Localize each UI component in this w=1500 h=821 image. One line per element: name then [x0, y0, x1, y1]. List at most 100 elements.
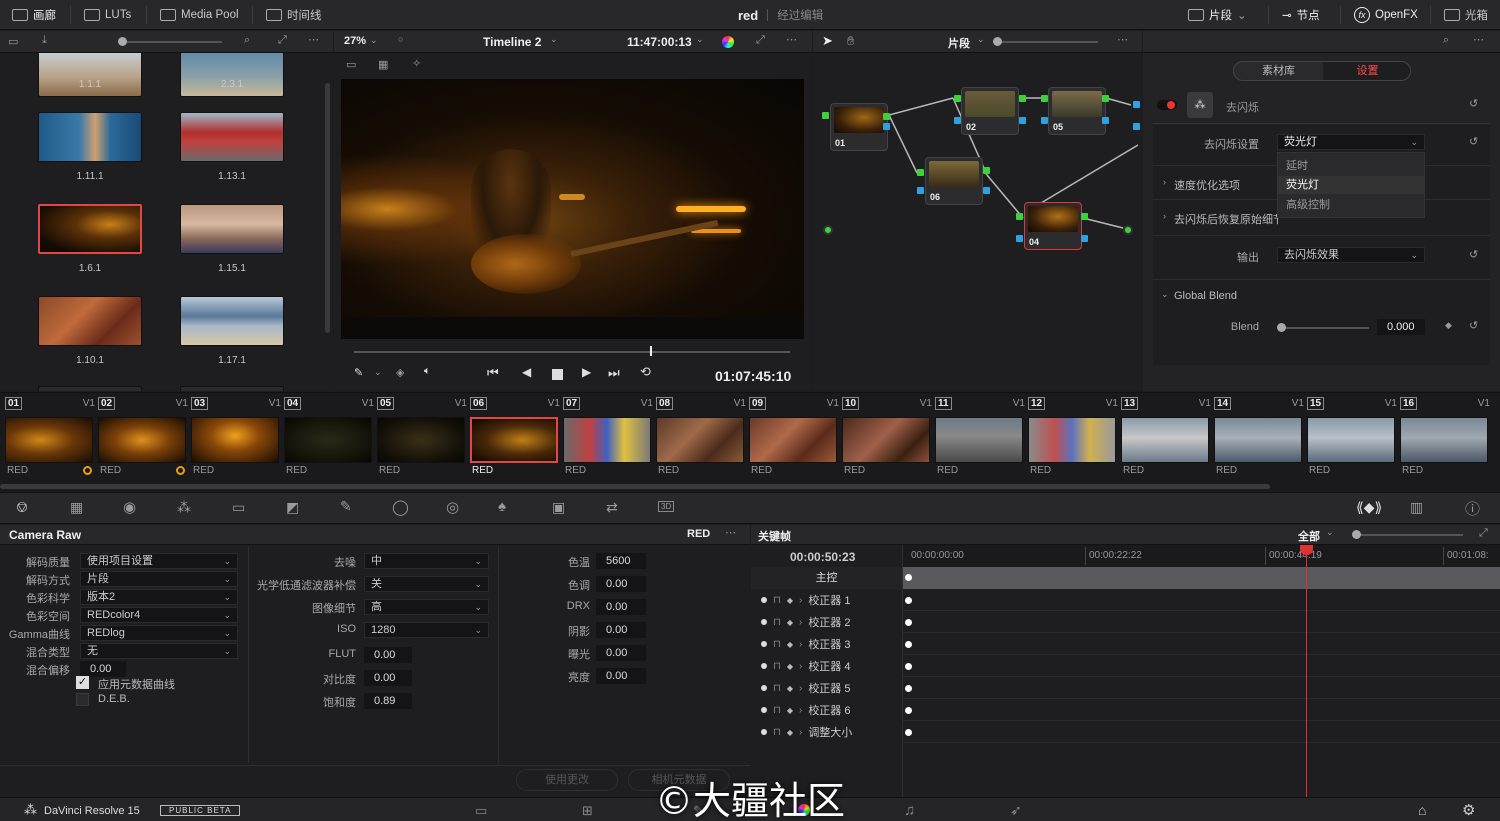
tab-settings[interactable]: 设置 — [1323, 62, 1410, 80]
restore-detail-section[interactable]: 去闪烁后恢复原始细节 — [1174, 211, 1278, 227]
node-key-input[interactable] — [1041, 117, 1048, 124]
dropdown-option-fluorescent[interactable]: 荧光灯 — [1278, 176, 1424, 194]
reset-icon[interactable]: ↺ — [1469, 248, 1478, 261]
home-icon[interactable]: ⌂ — [1418, 802, 1426, 818]
lock-icon[interactable]: ⊓ — [773, 639, 781, 650]
decode-setting-select[interactable]: 无 ⌄ — [80, 643, 238, 659]
timeline-tab[interactable]: 时间线 — [266, 0, 322, 30]
color-setting-field[interactable]: 5600 — [596, 553, 646, 569]
still-thumbnail[interactable] — [38, 112, 142, 162]
curves-icon[interactable]: ◩ — [286, 499, 299, 516]
still-thumbnail[interactable] — [38, 386, 142, 391]
node-key-output[interactable] — [1019, 117, 1026, 124]
keyframe-marker[interactable] — [905, 619, 912, 626]
track-enabled-dot[interactable] — [761, 597, 767, 603]
clip-thumbnail[interactable]: 01 V1 RED — [5, 395, 97, 485]
scopes-icon[interactable]: ▥ — [1410, 499, 1423, 516]
global-blend-section[interactable]: Global Blend — [1174, 290, 1237, 302]
play-reverse-icon[interactable]: ◀ — [522, 365, 531, 379]
timeline-name[interactable]: Timeline 2 — [483, 35, 541, 49]
more-options-icon[interactable]: ⋯ — [1117, 33, 1128, 46]
clip-thumbnail[interactable]: 16 V1 RED — [1400, 395, 1492, 485]
sizing-icon[interactable]: ⇄ — [606, 499, 618, 516]
lock-icon[interactable]: ⊓ — [773, 683, 781, 694]
apply-metadata-checkbox[interactable]: ✓ — [76, 676, 89, 689]
raw-setting-field[interactable]: 0.00 — [364, 670, 412, 686]
raw-setting-select[interactable]: 1280 ⌄ — [364, 622, 489, 638]
qualifier-icon[interactable]: ✎ — [340, 498, 352, 515]
clip-thumbnail[interactable]: 06 V1 RED — [470, 395, 562, 485]
openfx-toggle[interactable]: fx OpenFX — [1354, 0, 1418, 30]
keyframe-ruler[interactable]: 00:00:00:00 00:00:22:22 00:00:44:19 00:0… — [903, 545, 1500, 567]
still-thumbnail[interactable] — [180, 296, 284, 346]
clip-thumbnail[interactable]: 02 V1 RED — [98, 395, 190, 485]
color-match-icon[interactable]: ▦ — [70, 499, 83, 516]
blur-icon[interactable]: ♠ — [498, 498, 506, 515]
node-04-selected[interactable]: 04 — [1024, 202, 1082, 250]
hand-icon[interactable]: ✋︎ — [847, 33, 854, 49]
scrubber-playhead[interactable] — [650, 346, 652, 356]
color-setting-field[interactable]: 0.00 — [596, 668, 646, 684]
stop-icon[interactable] — [552, 369, 563, 380]
pointer-icon[interactable]: ➤ — [822, 33, 833, 49]
node-key-output[interactable] — [983, 187, 990, 194]
clip-thumbnail[interactable]: 11 V1 RED — [935, 395, 1027, 485]
node-02[interactable]: 02 — [961, 87, 1019, 135]
node-05[interactable]: 05 — [1048, 87, 1106, 135]
keyframe-diamond-icon[interactable]: ◆ — [1445, 320, 1452, 331]
clip-thumbnail[interactable]: 04 V1 RED — [284, 395, 376, 485]
lightbox-toggle[interactable]: 光箱 — [1444, 0, 1488, 30]
zoom-level[interactable]: 27% — [344, 35, 366, 47]
node-key-input[interactable] — [954, 117, 961, 124]
raw-setting-select[interactable]: 中 ⌄ — [364, 553, 489, 569]
keyframe-marker[interactable] — [905, 663, 912, 670]
lock-icon[interactable]: ⊓ — [773, 595, 781, 606]
deb-checkbox[interactable] — [76, 693, 89, 706]
scrubber-track[interactable] — [354, 351, 790, 353]
keyframe-track-row[interactable]: ⊓ ◆ › 校正器 4 — [751, 655, 902, 677]
more-options-icon[interactable]: ⋯ — [308, 33, 319, 46]
raw-setting-select[interactable]: 高 ⌄ — [364, 599, 489, 615]
3d-icon[interactable]: 3D — [658, 501, 675, 512]
reset-icon[interactable]: ↺ — [1469, 97, 1478, 110]
clip-thumbnail[interactable]: 15 V1 RED — [1307, 395, 1399, 485]
lock-icon[interactable]: ⊓ — [773, 661, 781, 672]
deflicker-settings-select[interactable]: 荧光灯 ⌄ — [1277, 134, 1425, 150]
clips-toggle[interactable]: 片段 ⌄ — [1188, 0, 1247, 30]
download-icon[interactable]: ⤓ — [42, 34, 47, 47]
node-mode[interactable]: 片段 — [948, 35, 970, 51]
keyframe-track-row[interactable]: ⊓ ◆ › 校正器 1 — [751, 589, 902, 611]
settings-gear-icon[interactable]: ⚙ — [1462, 801, 1475, 819]
node-key-output[interactable] — [1102, 117, 1109, 124]
search-icon[interactable]: ⌕ — [1443, 34, 1449, 47]
sidebar-toggle-icon[interactable]: ▭ — [8, 35, 18, 48]
chevron-right-icon[interactable]: › — [799, 617, 802, 628]
track-enabled-dot[interactable] — [761, 663, 767, 669]
tab-library[interactable]: 素材库 — [1234, 62, 1323, 80]
chevron-right-icon[interactable]: › — [1163, 177, 1166, 187]
blend-slider-handle[interactable] — [1277, 323, 1286, 332]
still-thumbnail-selected[interactable] — [38, 204, 142, 254]
decode-setting-select[interactable]: REDlog ⌄ — [80, 625, 238, 641]
chevron-right-icon[interactable]: › — [1163, 211, 1166, 221]
track-enabled-dot[interactable] — [761, 729, 767, 735]
color-setting-field[interactable]: 0.00 — [596, 645, 646, 661]
dropdown-option-advanced[interactable]: 高级控制 — [1278, 196, 1424, 214]
keyframe-marker[interactable] — [905, 641, 912, 648]
node-output[interactable] — [883, 113, 890, 120]
tracker-icon[interactable]: ◎ — [446, 498, 459, 516]
keyframe-marker[interactable] — [905, 685, 912, 692]
thumb-size-slider[interactable] — [118, 41, 222, 43]
node-key-input[interactable] — [1016, 235, 1023, 242]
node-key-output[interactable] — [1081, 235, 1088, 242]
fairlight-page-icon[interactable]: ♫ — [904, 802, 915, 819]
camera-raw-icon[interactable]: ⎊ — [16, 499, 28, 516]
node-input[interactable] — [822, 112, 829, 119]
lock-icon[interactable]: ⊓ — [773, 727, 781, 738]
keyframe-diamond-icon[interactable]: ◆ — [787, 618, 793, 627]
node-output[interactable] — [983, 167, 990, 174]
clip-thumbnail[interactable]: 13 V1 RED — [1121, 395, 1213, 485]
skip-first-icon[interactable]: ⏮︎ — [487, 365, 499, 381]
node-zoom-handle[interactable] — [993, 37, 1002, 46]
raw-setting-field[interactable]: 0.00 — [364, 647, 412, 663]
